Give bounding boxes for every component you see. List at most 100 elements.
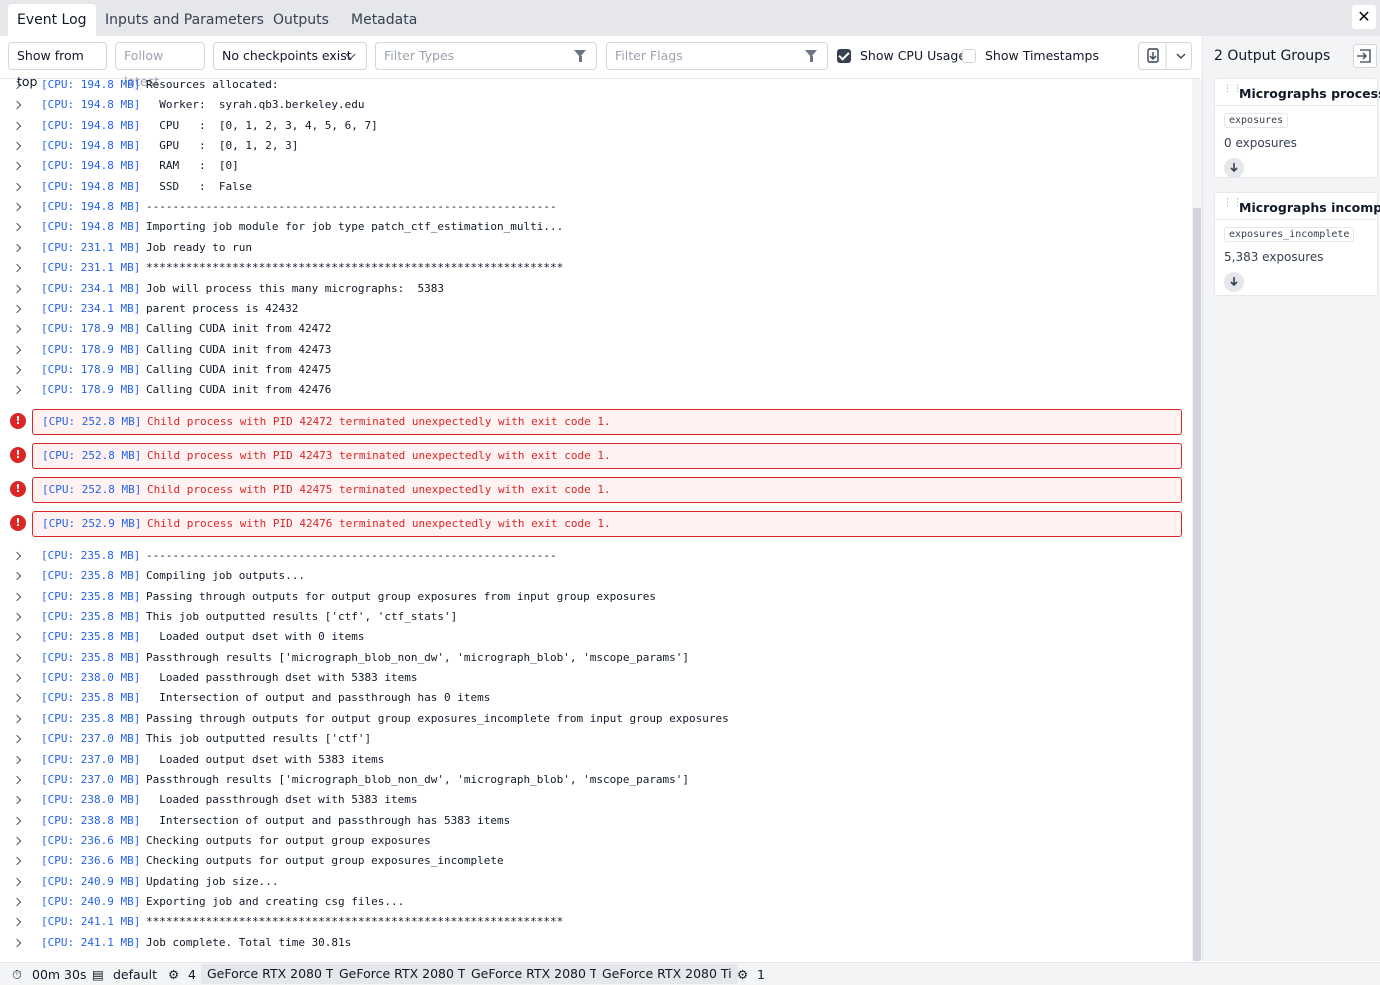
log-line[interactable]: [CPU: 194.8 MB] -------------------------… [0, 198, 1180, 216]
chevron-right-icon[interactable] [12, 633, 22, 642]
log-line[interactable]: [CPU: 234.1 MB] parent process is 42432 [0, 300, 1180, 318]
log-line[interactable]: [CPU: 178.9 MB] Calling CUDA init from 42… [0, 320, 1180, 338]
log-line[interactable]: [CPU: 236.6 MB] Checking outputs for outp… [0, 832, 1180, 850]
chevron-right-icon[interactable] [12, 223, 22, 232]
log-line[interactable]: [CPU: 235.8 MB] This job outputted result… [0, 608, 1180, 626]
chevron-right-icon[interactable] [12, 182, 22, 191]
download-icon[interactable] [1224, 158, 1244, 178]
show-timestamps-label[interactable]: Show Timestamps [985, 48, 1099, 63]
error-log-line[interactable]: [CPU: 252.9 MB] Child process with PID 42… [32, 511, 1182, 537]
show-cpu-checkbox[interactable] [837, 49, 851, 63]
log-line[interactable]: [CPU: 235.8 MB] Compiling job outputs... [0, 567, 1180, 585]
filter-flags-input[interactable]: Filter Flags [606, 42, 828, 70]
chevron-right-icon[interactable] [12, 775, 22, 785]
checkpoints-dropdown[interactable]: No checkpoints exist [213, 42, 367, 70]
chevron-right-icon[interactable] [12, 80, 22, 90]
chevron-right-icon[interactable] [12, 897, 22, 907]
chevron-right-icon[interactable] [12, 202, 22, 212]
log-line[interactable]: [CPU: 235.8 MB] -------------------------… [0, 547, 1180, 565]
log-line[interactable]: [CPU: 194.8 MB] Importing job module for … [0, 218, 1180, 236]
show-timestamps-checkbox[interactable] [962, 49, 976, 63]
tab-inputs-parameters[interactable]: Inputs and Parameters [96, 4, 273, 36]
log-line[interactable]: [CPU: 240.9 MB] Updating job size... [0, 873, 1180, 891]
log-line[interactable]: [CPU: 235.8 MB] Loaded output dset with … [0, 628, 1180, 646]
chevron-right-icon[interactable] [12, 572, 22, 581]
error-log-line[interactable]: [CPU: 252.8 MB] Child process with PID 42… [32, 409, 1182, 435]
chevron-right-icon[interactable] [12, 694, 22, 703]
download-icon[interactable] [1224, 272, 1244, 292]
log-line[interactable]: [CPU: 231.1 MB] *************************… [0, 259, 1180, 277]
chevron-right-icon[interactable] [12, 365, 22, 375]
chevron-right-icon[interactable] [12, 714, 22, 724]
filter-types-input[interactable]: Filter Types [375, 42, 597, 70]
error-log-line[interactable]: [CPU: 252.8 MB] Child process with PID 42… [32, 477, 1182, 503]
chevron-right-icon[interactable] [12, 653, 22, 662]
log-line[interactable]: [CPU: 241.1 MB] Job complete. Total time … [0, 934, 1180, 952]
follow-latest-button[interactable]: Follow latest [115, 42, 205, 89]
log-line[interactable]: [CPU: 178.9 MB] Calling CUDA init from 42… [0, 381, 1180, 399]
drag-handle-icon[interactable]: ⋮⋮ [1223, 85, 1242, 99]
log-line[interactable]: [CPU: 194.8 MB] Worker: syrah.qb3.berkel… [0, 96, 1180, 114]
log-line[interactable]: [CPU: 236.6 MB] Checking outputs for outp… [0, 852, 1180, 870]
cpu-usage: [CPU: 236.6 MB] [41, 854, 141, 868]
chevron-right-icon[interactable] [12, 755, 22, 764]
show-from-top-button[interactable]: Show from top [8, 42, 107, 89]
log-line[interactable]: [CPU: 178.9 MB] Calling CUDA init from 42… [0, 361, 1180, 379]
log-line[interactable]: [CPU: 194.8 MB] CPU : [0, 1, 2, 3, 4, 5,… [0, 117, 1180, 135]
log-line[interactable]: [CPU: 237.0 MB] Loaded output dset with … [0, 751, 1180, 769]
log-line[interactable]: [CPU: 178.9 MB] Calling CUDA init from 42… [0, 341, 1180, 359]
output-group-card[interactable]: ⋮⋮ Micrographs processed exposures 0 exp… [1214, 78, 1380, 178]
log-line[interactable]: [CPU: 238.0 MB] Loaded passthrough dset … [0, 669, 1180, 687]
chevron-right-icon[interactable] [12, 304, 22, 314]
chevron-right-icon[interactable] [12, 734, 22, 744]
chevron-right-icon[interactable] [12, 345, 22, 354]
log-line[interactable]: [CPU: 194.8 MB] Resources allocated: [0, 79, 1180, 94]
output-group-card[interactable]: ⋮⋮ Micrographs incomplete exposures_inco… [1214, 192, 1380, 296]
chevron-right-icon[interactable] [12, 551, 22, 561]
chevron-right-icon[interactable] [12, 141, 22, 151]
error-log-line[interactable]: [CPU: 252.8 MB] Child process with PID 42… [32, 443, 1182, 469]
chevron-right-icon[interactable] [12, 121, 22, 130]
chevron-right-icon[interactable] [12, 938, 22, 947]
close-icon[interactable]: ✕ [1352, 5, 1376, 29]
log-line[interactable]: [CPU: 237.0 MB] This job outputted result… [0, 730, 1180, 748]
chevron-right-icon[interactable] [12, 386, 22, 395]
log-line[interactable]: [CPU: 194.8 MB] GPU : [0, 1, 2, 3] [0, 137, 1180, 155]
chevron-right-icon[interactable] [12, 263, 22, 273]
tab-metadata[interactable]: Metadata [342, 4, 426, 36]
chevron-right-icon[interactable] [12, 324, 22, 334]
chevron-right-icon[interactable] [12, 592, 22, 601]
log-line[interactable]: [CPU: 238.0 MB] Loaded passthrough dset … [0, 791, 1180, 809]
chevron-right-icon[interactable] [12, 795, 22, 805]
chevron-right-icon[interactable] [12, 284, 22, 293]
log-line[interactable]: [CPU: 235.8 MB] Passthrough results ['mic… [0, 649, 1180, 667]
show-cpu-label[interactable]: Show CPU Usage [860, 48, 966, 63]
log-line[interactable]: [CPU: 194.8 MB] RAM : [0] [0, 157, 1180, 175]
log-line[interactable]: [CPU: 241.1 MB] *************************… [0, 913, 1180, 931]
log-line[interactable]: [CPU: 194.8 MB] SSD : False [0, 178, 1180, 196]
download-log-button[interactable] [1138, 42, 1192, 70]
tab-event-log[interactable]: Event Log [8, 4, 96, 36]
log-line[interactable]: [CPU: 235.8 MB] Passing through outputs f… [0, 588, 1180, 606]
export-icon[interactable] [1353, 44, 1377, 68]
chevron-right-icon[interactable] [12, 918, 22, 927]
drag-handle-icon[interactable]: ⋮⋮ [1223, 199, 1242, 213]
chevron-right-icon[interactable] [12, 877, 22, 886]
chevron-right-icon[interactable] [12, 101, 22, 110]
log-line[interactable]: [CPU: 240.9 MB] Exporting job and creatin… [0, 893, 1180, 911]
chevron-right-icon[interactable] [12, 857, 22, 866]
log-line[interactable]: [CPU: 237.0 MB] Passthrough results ['mic… [0, 771, 1180, 789]
chevron-right-icon[interactable] [12, 836, 22, 846]
tab-outputs[interactable]: Outputs [264, 4, 338, 36]
log-line[interactable]: [CPU: 234.1 MB] Job will process this man… [0, 280, 1180, 298]
chevron-right-icon[interactable] [12, 612, 22, 622]
chevron-right-icon[interactable] [12, 243, 22, 253]
log-line[interactable]: [CPU: 235.8 MB] Intersection of output a… [0, 689, 1180, 707]
log-line[interactable]: [CPU: 231.1 MB] Job ready to run [0, 239, 1180, 257]
chevron-right-icon[interactable] [12, 673, 22, 683]
scrollbar-thumb[interactable] [1193, 208, 1201, 961]
log-line[interactable]: [CPU: 235.8 MB] Passing through outputs f… [0, 710, 1180, 728]
chevron-right-icon[interactable] [12, 816, 22, 825]
chevron-right-icon[interactable] [12, 162, 22, 171]
log-line[interactable]: [CPU: 238.8 MB] Intersection of output a… [0, 812, 1180, 830]
